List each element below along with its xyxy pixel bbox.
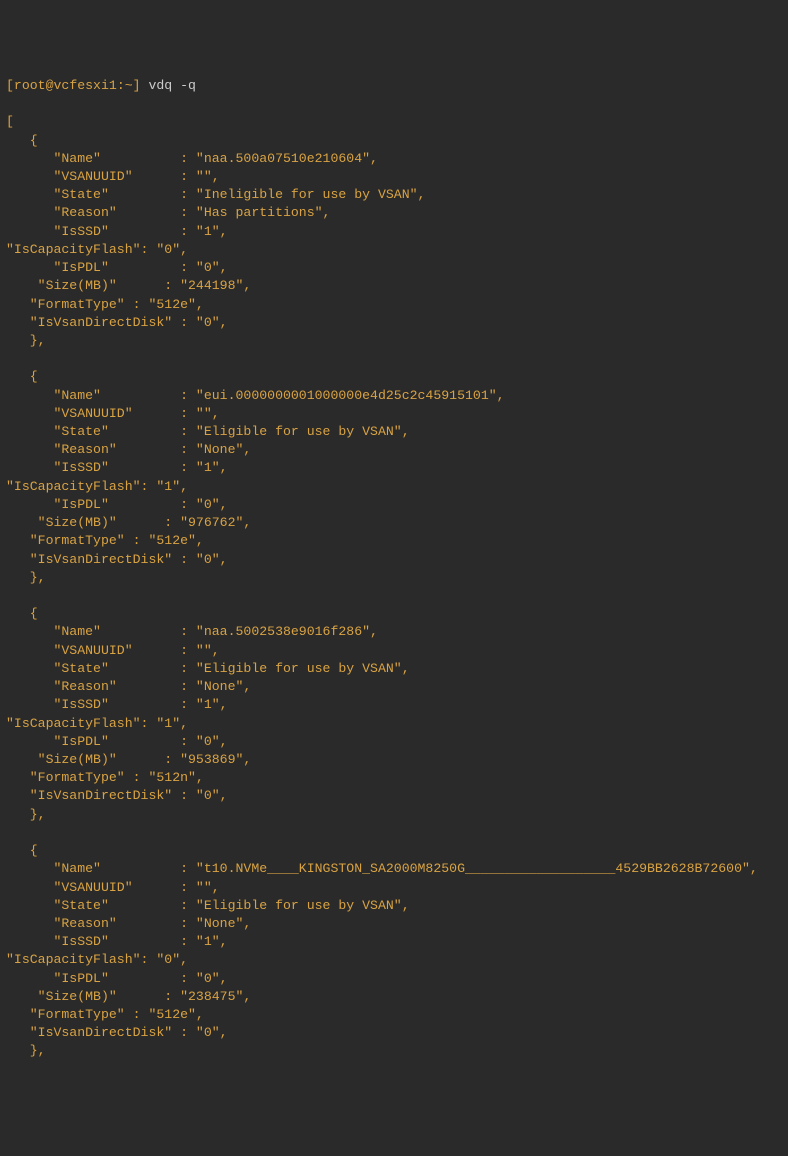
command-text[interactable]: vdq -q bbox=[148, 78, 195, 93]
prompt-user-host: root@vcfesxi1 bbox=[14, 78, 117, 93]
prompt-path: ~ bbox=[125, 78, 133, 93]
json-output: [ { "Name" : "naa.500a07510e210604", "VS… bbox=[6, 113, 782, 1060]
shell-prompt: [root@vcfesxi1:~] vdq -q bbox=[6, 77, 782, 95]
